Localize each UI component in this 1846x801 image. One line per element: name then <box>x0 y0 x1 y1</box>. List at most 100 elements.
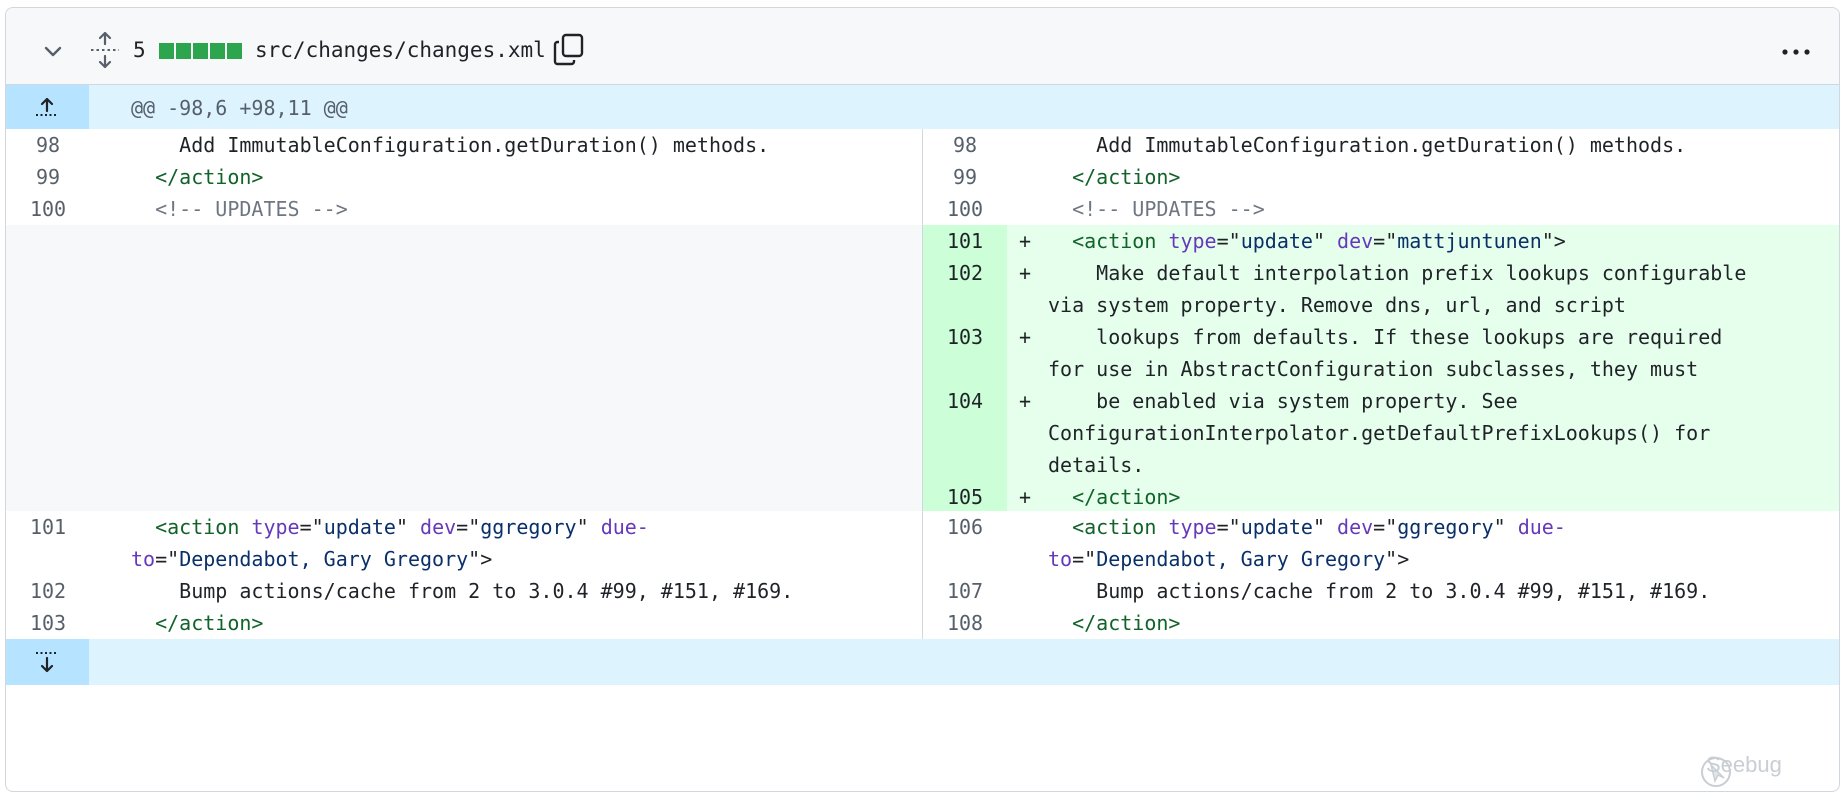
code-line: lookups from defaults. If these lookups … <box>1048 321 1830 353</box>
code-text: dev <box>1337 515 1374 539</box>
code-text: via system property. Remove dns, url, an… <box>1048 293 1626 317</box>
code-line: Add ImmutableConfiguration.getDuration()… <box>131 129 912 161</box>
right-line-number[interactable]: 103 <box>923 321 1007 353</box>
left-line-number[interactable]: 99 <box>6 161 90 193</box>
code-text: =" <box>1072 547 1097 571</box>
code-line: <!-- UPDATES --> <box>1048 193 1830 225</box>
code-line: <action type="update" dev="mattjuntunen"… <box>1048 225 1830 257</box>
left-cell: 101 <action type="update" dev="ggregory"… <box>6 511 922 575</box>
code-text: ggregory <box>480 515 577 539</box>
code-text: </action> <box>1072 165 1181 189</box>
code-line: </action> <box>131 161 912 193</box>
diffstat-block <box>176 43 191 59</box>
right-line-number[interactable]: 105 <box>923 481 1007 513</box>
code-text: </action> <box>155 165 264 189</box>
code-text: </action> <box>1072 611 1181 635</box>
left-cell: 99 </action> <box>6 161 922 193</box>
left-empty-cell <box>6 225 922 511</box>
hunk-header-row: @@ -98,6 +98,11 @@ <box>6 85 1839 129</box>
code-text: " <box>576 515 601 539</box>
code-text: due- <box>1517 515 1566 539</box>
code-text: due- <box>600 515 649 539</box>
code-line-wrap: via system property. Remove dns, url, an… <box>1048 289 1830 321</box>
left-cell: 98 Add ImmutableConfiguration.getDuratio… <box>6 129 922 161</box>
right-cell: 100 <!-- UPDATES --> <box>922 193 1839 225</box>
code-line: <action type="update" dev="ggregory" due… <box>131 511 912 543</box>
diff-row: 99 </action> 99 </action> <box>6 161 1839 193</box>
watermark-text: Seebug <box>1706 752 1782 777</box>
left-line-number[interactable]: 100 <box>6 193 90 225</box>
code-text: =" <box>155 547 180 571</box>
code-line: Bump actions/cache from 2 to 3.0.4 #99, … <box>1048 575 1830 607</box>
code-line: </action> <box>131 607 912 639</box>
right-cell: 106 <action type="update" dev="ggregory"… <box>922 511 1839 575</box>
code-text: type <box>1168 229 1217 253</box>
diff-row: 102 Bump actions/cache from 2 to 3.0.4 #… <box>6 575 1839 607</box>
expand-down-button[interactable] <box>6 639 89 685</box>
code-text: =" <box>1216 515 1241 539</box>
diff-file: 5 src/changes/changes.xml @@ -98,6 +98,1… <box>5 7 1840 792</box>
code-text: details. <box>1048 453 1145 477</box>
code-line: <action type="update" dev="ggregory" due… <box>1048 511 1830 543</box>
diffstat-bar <box>159 43 242 59</box>
kebab-icon[interactable] <box>1776 42 1816 62</box>
code-text: update <box>1240 515 1313 539</box>
chevron-down-icon[interactable] <box>40 38 66 64</box>
code-text: "> <box>1541 229 1566 253</box>
diff-row: 101 <action type="update" dev="ggregory"… <box>6 511 1839 575</box>
right-cell: 99 </action> <box>922 161 1839 193</box>
code-text: <action <box>1072 515 1157 539</box>
left-line-number[interactable]: 102 <box>6 575 90 607</box>
code-text: </action> <box>155 611 264 635</box>
right-line-number[interactable]: 100 <box>923 193 1007 225</box>
left-cell: 100 <!-- UPDATES --> <box>6 193 922 225</box>
code-text: " <box>1312 515 1338 539</box>
code-text: " <box>395 515 421 539</box>
code-line: </action> <box>1048 607 1830 639</box>
code-text: Bump actions/cache from 2 to 3.0.4 #99, … <box>1096 579 1711 603</box>
right-line-number[interactable]: 106 <box>923 511 1007 543</box>
code-line-wrap: to="Dependabot, Gary Gregory"> <box>131 543 912 575</box>
code-text: Dependabot, Gary Gregory <box>179 547 469 571</box>
right-cell: 107 Bump actions/cache from 2 to 3.0.4 #… <box>922 575 1839 607</box>
right-line-number[interactable]: 99 <box>923 161 1007 193</box>
expand-all-icon[interactable] <box>88 31 122 69</box>
right-cell: 108 </action> <box>922 607 1839 639</box>
hunk-header-text: @@ -98,6 +98,11 @@ <box>131 96 348 120</box>
diffstat-block <box>193 43 208 59</box>
expand-up-button[interactable] <box>6 85 89 129</box>
diffstat-block <box>159 43 174 59</box>
code-text: Dependabot, Gary Gregory <box>1096 547 1386 571</box>
diff-row: 98 Add ImmutableConfiguration.getDuratio… <box>6 129 1839 161</box>
right-line-number[interactable]: 102 <box>923 257 1007 289</box>
left-line-number[interactable]: 98 <box>6 129 90 161</box>
code-text: ggregory <box>1397 515 1494 539</box>
code-text: update <box>1240 229 1313 253</box>
right-line-number[interactable]: 98 <box>923 129 1007 161</box>
right-line-number[interactable]: 101 <box>923 225 1007 257</box>
copy-icon[interactable] <box>553 32 585 66</box>
right-cell: 98 Add ImmutableConfiguration.getDuratio… <box>922 129 1839 161</box>
code-text: ConfigurationInterpolator.getDefaultPref… <box>1048 421 1711 445</box>
code-text: =" <box>299 515 324 539</box>
code-text: update <box>323 515 396 539</box>
file-path-link[interactable]: src/changes/changes.xml <box>255 37 546 63</box>
right-line-number[interactable]: 107 <box>923 575 1007 607</box>
code-text: =" <box>1373 229 1398 253</box>
code-text: =" <box>1373 515 1398 539</box>
code-text: "> <box>468 547 493 571</box>
right-line-number[interactable]: 104 <box>923 385 1007 417</box>
right-added-cell: 101 + <action type="update" dev="mattjun… <box>922 225 1839 513</box>
code-text: =" <box>456 515 481 539</box>
code-text: Bump actions/cache from 2 to 3.0.4 #99, … <box>179 579 794 603</box>
code-line: Bump actions/cache from 2 to 3.0.4 #99, … <box>131 575 912 607</box>
addition-marker: + <box>1019 325 1032 349</box>
right-line-number[interactable]: 108 <box>923 607 1007 639</box>
expand-up-icon <box>36 97 58 116</box>
left-line-number[interactable]: 103 <box>6 607 90 639</box>
left-line-number[interactable]: 101 <box>6 511 90 543</box>
addition-marker: + <box>1019 389 1032 413</box>
diff-row: 100 <!-- UPDATES --> 100 <!-- UPDATES --… <box>6 193 1839 225</box>
code-text: to <box>131 547 156 571</box>
code-line: </action> <box>1048 161 1830 193</box>
